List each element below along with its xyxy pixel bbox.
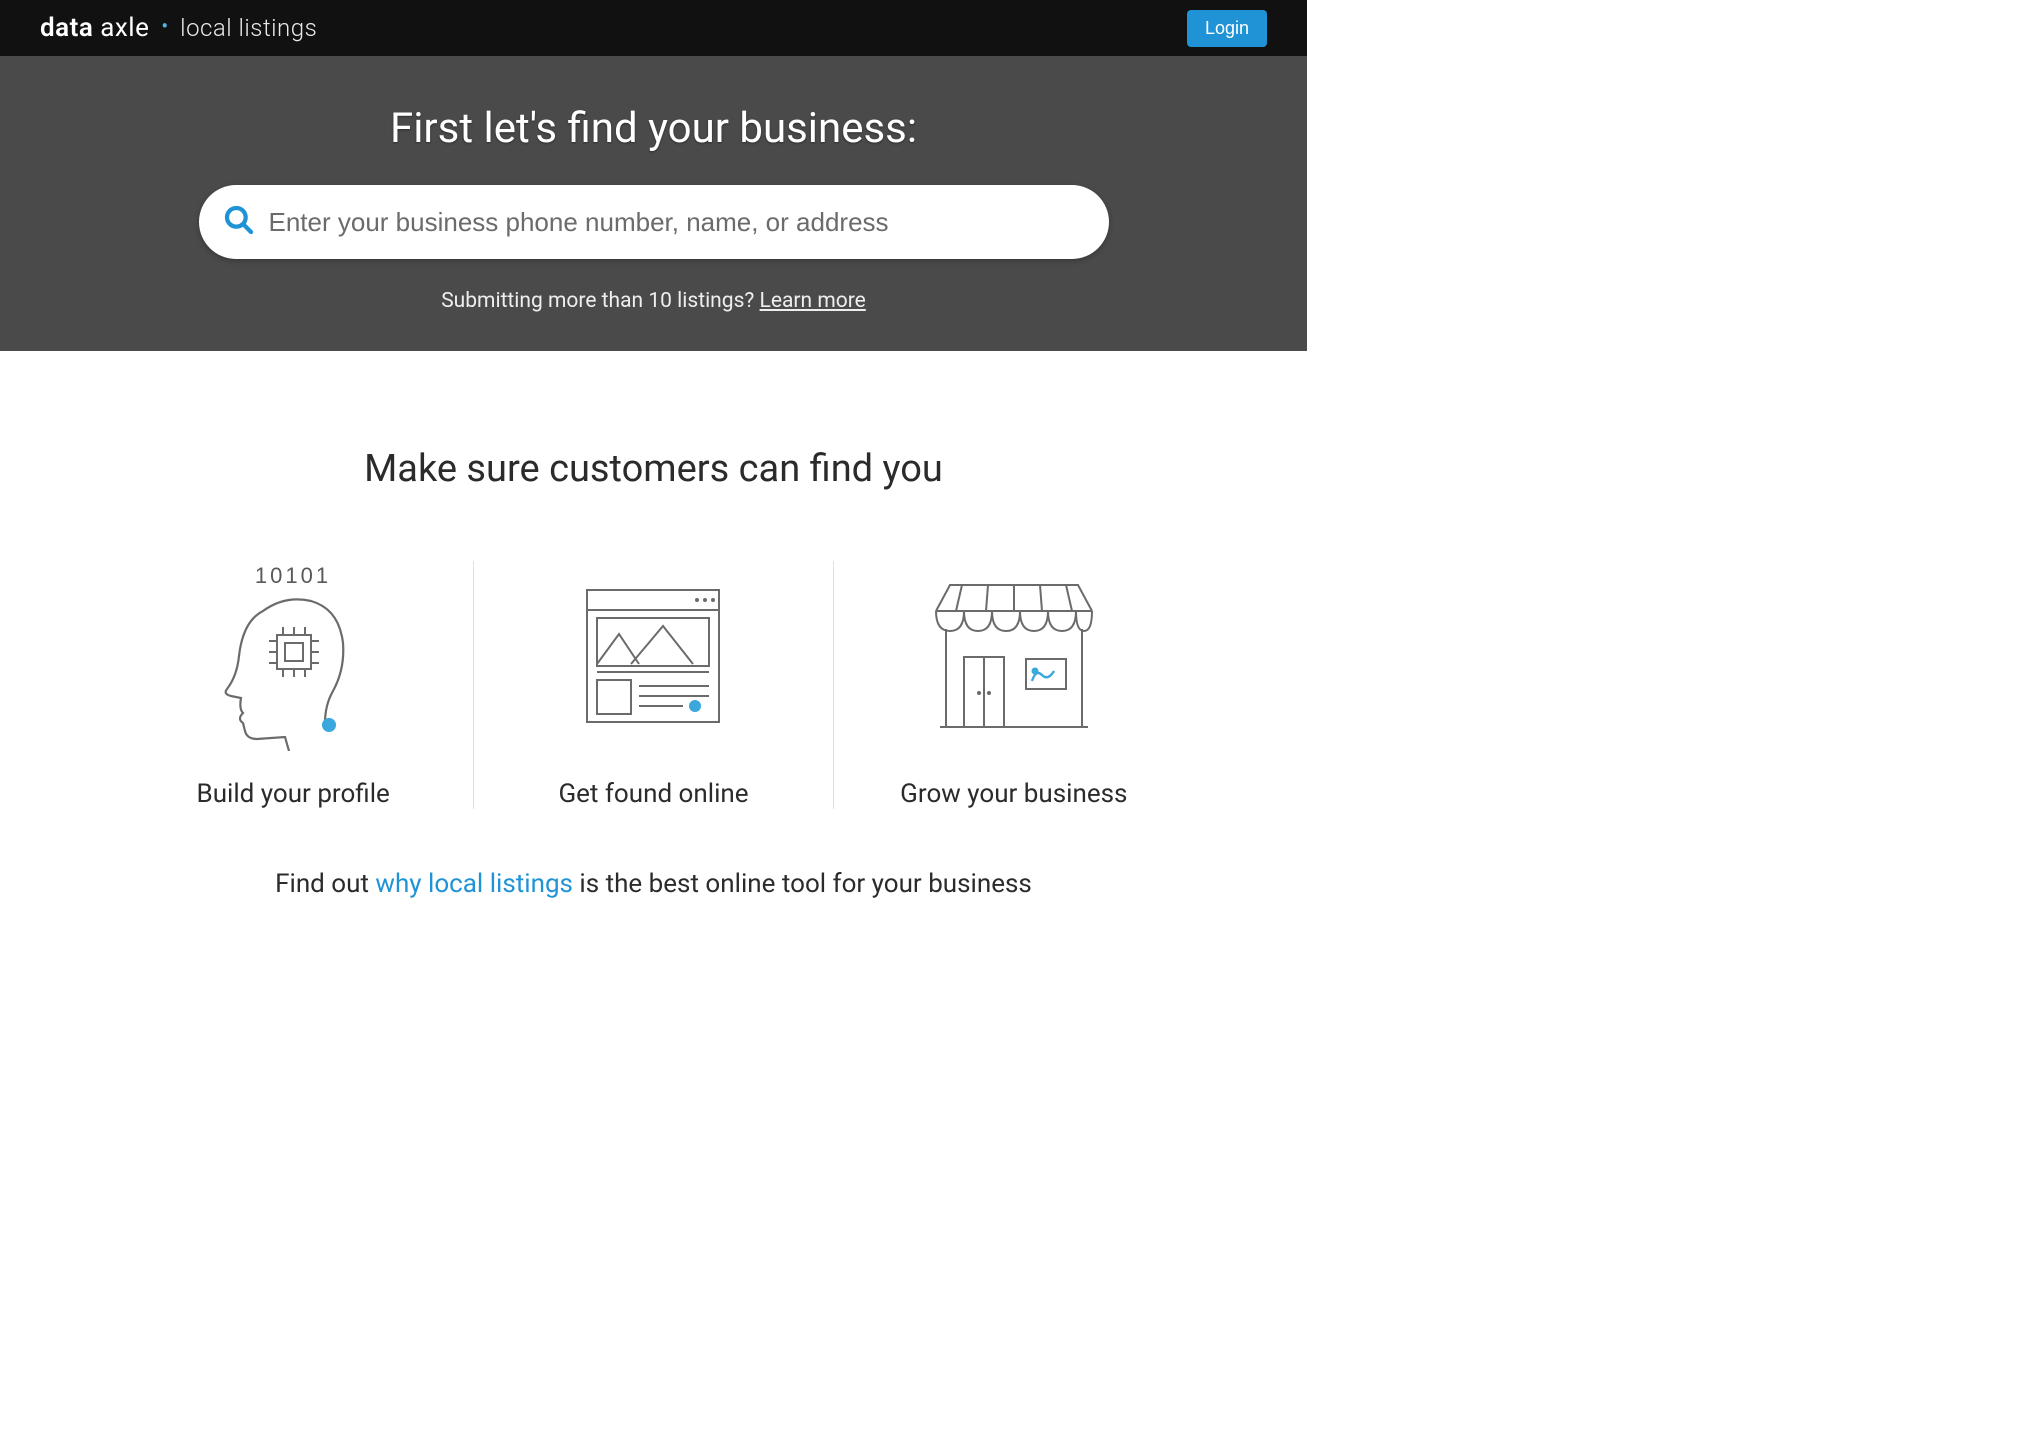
- feature-grow-business: Grow your business: [834, 561, 1193, 809]
- profile-ai-icon: 10101: [213, 561, 373, 751]
- storefront-icon: [914, 561, 1114, 751]
- feature-title: Grow your business: [900, 779, 1127, 809]
- feature-title: Build your profile: [197, 779, 390, 809]
- top-navbar: data axle • local listings Login: [0, 0, 1307, 56]
- svg-text:10101: 10101: [255, 563, 331, 588]
- feature-title: Get found online: [558, 779, 748, 809]
- learn-more-link[interactable]: Learn more: [760, 289, 866, 313]
- tagline-prefix: Find out: [275, 869, 375, 899]
- section-title: Make sure customers can find you: [0, 447, 1307, 491]
- hero-subtext-prefix: Submitting more than 10 listings?: [441, 289, 759, 313]
- brand-block: data axle • local listings: [40, 13, 317, 43]
- features-row: 10101: [114, 561, 1194, 809]
- features-section: Make sure customers can find you 10101: [0, 351, 1307, 899]
- business-search-input[interactable]: [269, 207, 1089, 238]
- webpage-icon: [573, 561, 733, 751]
- hero-section: First let's find your business: Submitti…: [0, 56, 1307, 351]
- login-button[interactable]: Login: [1187, 10, 1267, 47]
- brand-separator-dot: •: [161, 16, 168, 36]
- hero-subtext: Submitting more than 10 listings? Learn …: [0, 289, 1307, 313]
- tagline-suffix: is the best online tool for your busines…: [573, 869, 1032, 899]
- search-container: [199, 185, 1109, 259]
- feature-get-found: Get found online: [474, 561, 834, 809]
- brand-subtitle: local listings: [180, 14, 317, 42]
- feature-build-profile: 10101: [114, 561, 474, 809]
- why-local-listings-link[interactable]: why local listings: [375, 869, 573, 899]
- search-icon: [223, 204, 255, 240]
- hero-title: First let's find your business:: [0, 104, 1307, 153]
- brand-logo: data axle: [40, 13, 149, 43]
- tagline: Find out why local listings is the best …: [0, 869, 1307, 899]
